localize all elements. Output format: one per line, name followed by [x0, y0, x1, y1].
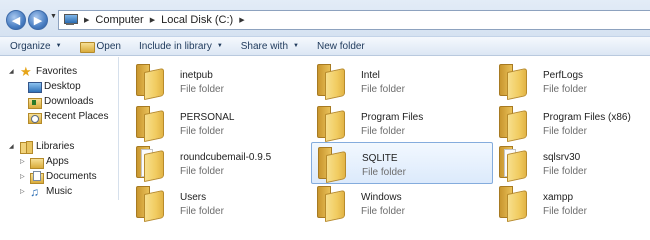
folder-content-area: inetpub File folder Intel File folder Pe…: [120, 57, 650, 223]
recent-pages-dropdown[interactable]: ▼: [50, 13, 57, 20]
address-bar: ◀ ▶ ▼ ▶ Computer ▶ Local Disk (C:) ▶: [0, 0, 650, 36]
folder-icon: [136, 64, 166, 101]
new-folder-label: New folder: [316, 40, 365, 52]
folder-name: Windows: [361, 192, 402, 203]
collapse-libraries-toggle[interactable]: ◢: [9, 143, 14, 150]
folder-name: roundcubemail-0.9.5: [180, 152, 272, 163]
include-in-library-label: Include in library: [139, 40, 212, 52]
folder-tile[interactable]: Intel File folder: [311, 60, 493, 102]
folder-icon: [499, 146, 529, 183]
nav-item-recent-places[interactable]: Recent Places: [28, 109, 108, 124]
folder-icon: [317, 106, 347, 143]
folder-name: PerfLogs: [543, 70, 584, 81]
organize-label: Organize: [10, 40, 51, 52]
chevron-down-icon: ▼: [216, 43, 223, 49]
folder-icon: [318, 147, 348, 184]
nav-item-downloads[interactable]: Downloads: [28, 94, 93, 109]
folder-tile[interactable]: sqlsrv30 File folder: [493, 142, 650, 184]
open-button[interactable]: Open: [71, 37, 130, 55]
star-icon: ★: [20, 63, 32, 79]
folder-name: PERSONAL: [180, 112, 235, 123]
folder-type: File folder: [543, 206, 587, 217]
documents-icon: [30, 170, 44, 184]
folder-type: File folder: [543, 166, 587, 177]
folder-tile[interactable]: inetpub File folder: [130, 60, 312, 102]
folder-type: File folder: [361, 206, 405, 217]
folder-name: inetpub: [180, 70, 213, 81]
downloads-icon: [28, 96, 42, 109]
forward-button[interactable]: ▶: [28, 10, 48, 30]
folder-type: File folder: [361, 126, 405, 137]
folder-icon: [30, 156, 44, 169]
breadcrumb-local-disk[interactable]: Local Disk (C:): [161, 14, 233, 26]
breadcrumb-computer[interactable]: Computer: [95, 14, 143, 26]
address-box[interactable]: ▶ Computer ▶ Local Disk (C:) ▶: [58, 10, 650, 30]
folder-icon: [136, 106, 166, 143]
folder-tile[interactable]: roundcubemail-0.9.5 File folder: [130, 142, 312, 184]
folder-name: xampp: [543, 192, 574, 203]
computer-icon: [62, 14, 78, 26]
folder-icon: [499, 106, 529, 143]
share-with-label: Share with: [240, 40, 289, 52]
share-with-button[interactable]: Share with ▼: [232, 37, 308, 55]
folder-icon: [136, 146, 166, 183]
folder-name: Program Files: [361, 112, 424, 123]
folder-type: File folder: [180, 166, 224, 177]
include-in-library-button[interactable]: Include in library ▼: [130, 37, 232, 55]
collapse-favorites-toggle[interactable]: ◢: [9, 68, 14, 75]
folder-tile[interactable]: PERSONAL File folder: [130, 102, 312, 144]
expand-apps-toggle[interactable]: ▷: [20, 158, 25, 165]
folder-name: Program Files (x86): [543, 112, 631, 123]
folder-open-icon: [79, 41, 95, 53]
folder-name: Users: [180, 192, 207, 203]
navigation-pane: ◢ ★ Favorites Desktop Downloads Recent P…: [0, 57, 119, 200]
folder-type: File folder: [180, 126, 224, 137]
folder-type: File folder: [361, 84, 405, 95]
recent-places-icon: [28, 111, 42, 124]
nav-item-desktop[interactable]: Desktop: [28, 79, 81, 94]
folder-icon: [317, 64, 347, 101]
folder-icon: [499, 64, 529, 101]
nav-item-documents[interactable]: Documents: [30, 169, 97, 184]
back-button[interactable]: ◀: [6, 10, 26, 30]
chevron-down-icon: ▼: [55, 43, 62, 49]
folder-type: File folder: [180, 206, 224, 217]
folder-name: Intel: [361, 70, 380, 81]
organize-button[interactable]: Organize ▼: [0, 37, 71, 55]
breadcrumb-separator[interactable]: ▶: [239, 16, 244, 24]
folder-type: File folder: [543, 126, 587, 137]
nav-item-apps[interactable]: Apps: [30, 154, 69, 169]
folder-name: sqlsrv30: [543, 152, 581, 163]
desktop-icon: [28, 81, 42, 93]
libraries-icon: [20, 140, 33, 154]
folder-tile-selected[interactable]: SQLITE File folder: [311, 142, 493, 184]
command-bar: Organize ▼ Open Include in library ▼ Sha…: [0, 36, 650, 56]
folder-tile[interactable]: Program Files (x86) File folder: [493, 102, 650, 144]
folder-tile[interactable]: Users File folder: [130, 182, 312, 224]
music-icon: ♫: [30, 184, 39, 199]
nav-item-libraries[interactable]: Libraries: [20, 139, 74, 154]
breadcrumb-separator[interactable]: ▶: [150, 16, 155, 24]
nav-item-music[interactable]: ♫ Music: [30, 184, 72, 199]
folder-tile[interactable]: xampp File folder: [493, 182, 650, 224]
folder-icon: [317, 186, 347, 223]
folder-icon: [136, 186, 166, 223]
folder-name: SQLITE: [362, 153, 398, 164]
expand-documents-toggle[interactable]: ▷: [20, 173, 25, 180]
folder-type: File folder: [180, 84, 224, 95]
folder-type: File folder: [543, 84, 587, 95]
new-folder-button[interactable]: New folder: [308, 37, 374, 55]
chevron-down-icon: ▼: [293, 43, 299, 49]
open-label: Open: [96, 40, 121, 52]
folder-tile[interactable]: PerfLogs File folder: [493, 60, 650, 102]
folder-tile[interactable]: Windows File folder: [311, 182, 493, 224]
nav-item-favorites[interactable]: ★ Favorites: [20, 64, 77, 79]
folder-type: File folder: [362, 167, 406, 178]
expand-music-toggle[interactable]: ▷: [20, 188, 25, 195]
folder-icon: [499, 186, 529, 223]
folder-tile[interactable]: Program Files File folder: [311, 102, 493, 144]
breadcrumb-separator[interactable]: ▶: [84, 16, 89, 24]
